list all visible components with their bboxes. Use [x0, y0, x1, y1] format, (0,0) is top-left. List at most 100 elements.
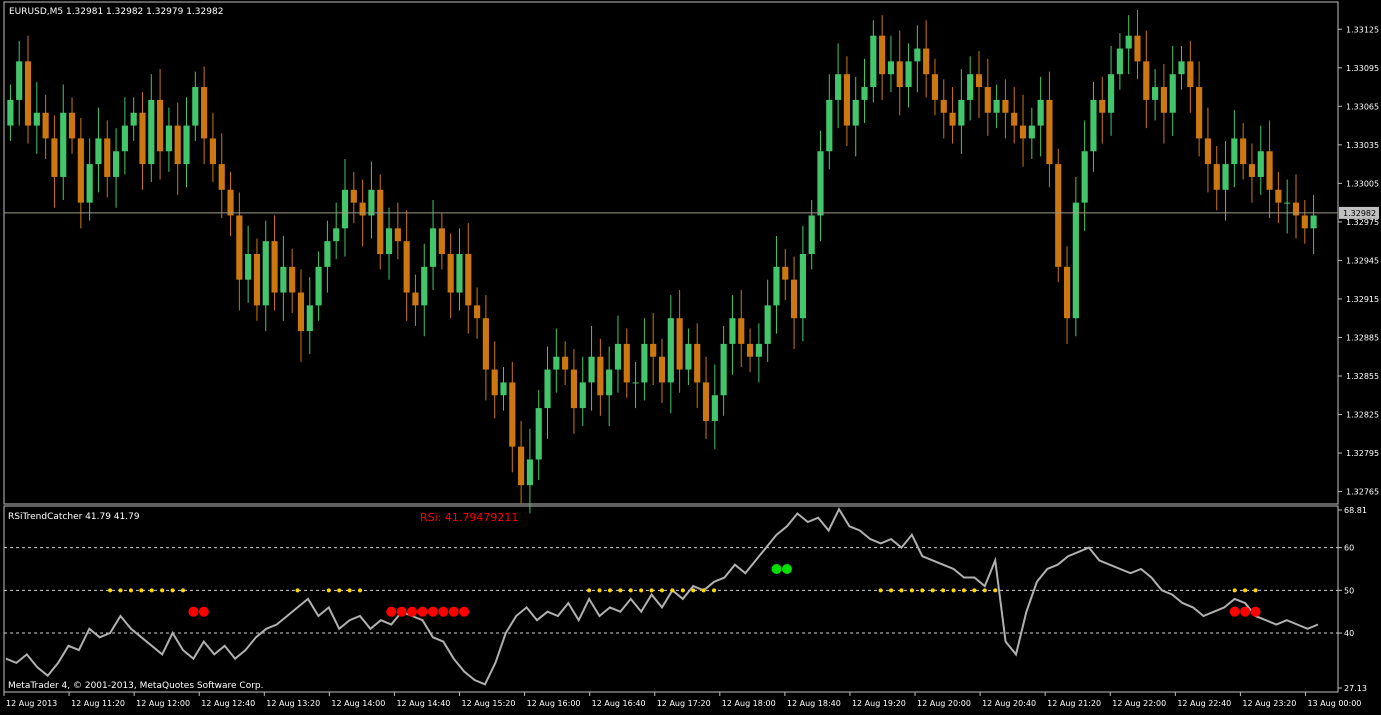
chart-svg[interactable]: 1.33125 1.33095 1.33065 1.33035 1.33005 1.329… — [0, 0, 1381, 711]
time-tick-label: 12 Aug 20:40 — [982, 699, 1036, 708]
candle-body — [614, 343, 622, 370]
neutral-signal-dot — [680, 588, 685, 593]
candle-body — [1152, 87, 1159, 100]
candle-body — [324, 241, 331, 267]
price-tick-label: 1.33125 — [1346, 25, 1379, 34]
candle-body — [165, 125, 172, 152]
neutral-signal-dot — [181, 588, 186, 593]
candle-body — [1072, 202, 1079, 319]
neutral-signal-dot — [337, 588, 342, 593]
price-tick-label: 1.32885 — [1346, 333, 1379, 342]
neutral-signal-dot — [128, 588, 133, 593]
time-tick-label: 12 Aug 11:20 — [71, 699, 125, 708]
candle-body — [764, 305, 771, 344]
candle-body — [852, 99, 859, 126]
candle-body — [931, 74, 939, 100]
sell-signal-dot — [1240, 606, 1251, 617]
neutral-signal-dot — [889, 588, 894, 593]
candle-body — [1055, 164, 1062, 267]
candle-body — [1090, 99, 1097, 152]
sell-signal-dot — [427, 606, 438, 617]
time-tick-label: 13 Aug 00:00 — [1307, 699, 1361, 708]
price-tick-label: 1.33005 — [1346, 179, 1379, 188]
candle-body — [500, 382, 507, 396]
candle-body — [843, 74, 850, 126]
neutral-signal-dot — [941, 588, 946, 593]
neutral-signal-dot — [295, 588, 300, 593]
candle-body — [315, 266, 322, 306]
neutral-signal-dot — [878, 588, 883, 593]
candle-body — [385, 228, 393, 254]
candle-body — [201, 87, 208, 139]
sell-signal-dot — [1250, 606, 1261, 617]
price-tick-label: 1.32855 — [1346, 372, 1379, 381]
time-tick-label: 12 Aug 22:40 — [1177, 699, 1231, 708]
time-tick-label: 12 Aug 2013 — [6, 699, 57, 708]
candle-body — [1248, 164, 1256, 177]
neutral-signal-dot — [618, 588, 623, 593]
candle-body — [1143, 61, 1150, 100]
candle-body — [341, 189, 349, 229]
candle-body — [817, 151, 824, 216]
candle-body — [958, 99, 965, 126]
candle-body — [68, 112, 76, 139]
candle-body — [518, 446, 525, 486]
candle-body — [782, 266, 789, 280]
candle-body — [579, 382, 586, 409]
chart-symbol-header: EURUSD,M5 1.32981 1.32982 1.32979 1.3298… — [9, 7, 223, 17]
time-tick-label: 12 Aug 19:20 — [852, 699, 906, 708]
candle-body — [157, 99, 164, 152]
candle-body — [570, 369, 578, 409]
candle-body — [799, 254, 806, 319]
sell-signal-dot — [448, 606, 459, 617]
neutral-signal-dot — [993, 588, 998, 593]
candle-body — [993, 99, 1000, 113]
neutral-signal-dot — [930, 588, 935, 593]
neutral-signal-dot — [701, 588, 706, 593]
neutral-signal-dot — [982, 588, 987, 593]
candle-body — [465, 254, 472, 306]
price-tick-label: 1.32795 — [1346, 449, 1379, 458]
neutral-signal-dot — [649, 588, 654, 593]
price-tick-label: 1.32825 — [1346, 411, 1379, 420]
candle-body — [1169, 74, 1176, 113]
candle-body — [1125, 35, 1132, 49]
candle-body — [289, 266, 296, 293]
candle-body — [676, 318, 683, 370]
rsi-tick-label: 40 — [1344, 629, 1354, 638]
neutral-signal-dot — [149, 588, 154, 593]
candle-body — [667, 318, 674, 383]
candle-body — [421, 266, 428, 306]
neutral-signal-dot — [1232, 588, 1237, 593]
neutral-signal-dot — [909, 588, 914, 593]
neutral-signal-dot — [670, 588, 675, 593]
candle-body — [1116, 48, 1123, 75]
candle-body — [1099, 99, 1106, 113]
time-tick-label: 12 Aug 12:40 — [201, 699, 255, 708]
time-tick-label: 12 Aug 15:20 — [462, 699, 516, 708]
price-tick-label: 1.33095 — [1346, 64, 1379, 73]
candle-body — [1204, 138, 1212, 165]
candle-body — [544, 369, 551, 409]
candle-body — [738, 318, 745, 344]
candle-body — [24, 61, 32, 126]
candle-body — [403, 241, 410, 293]
chart-window[interactable]: 1.33125 1.33095 1.33065 1.33035 1.33005 1.329… — [0, 0, 1381, 711]
candle-body — [1213, 164, 1220, 190]
neutral-signal-dot — [660, 588, 664, 593]
neutral-signal-dot — [1253, 588, 1258, 593]
candle — [1055, 148, 1062, 283]
candle-body — [535, 408, 542, 460]
candle-body — [861, 87, 868, 100]
candle-body — [685, 343, 692, 370]
candle-body — [1011, 112, 1018, 126]
candle-body — [720, 343, 727, 396]
candle-body — [33, 112, 40, 126]
candle-body — [808, 215, 815, 254]
candle-body — [940, 99, 947, 113]
candle-body — [588, 356, 595, 383]
neutral-signal-dot — [639, 588, 644, 593]
candle-body — [394, 228, 401, 242]
candle-body — [350, 189, 357, 203]
sell-signal-dot — [417, 606, 428, 617]
